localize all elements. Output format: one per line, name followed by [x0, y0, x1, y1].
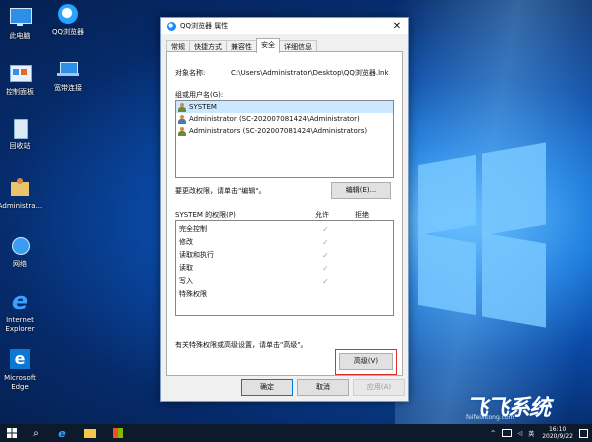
permissions-header: SYSTEM 的权限(P): [175, 211, 236, 219]
user-name: Administrators (SC-202007081424\Administ…: [189, 127, 368, 135]
users-listbox[interactable]: SYSTEM Administrator (SC-202007081424\Ad…: [175, 100, 394, 178]
taskbar-edge[interactable]: e: [48, 424, 76, 442]
desktop-icon-label: Administra...: [0, 202, 43, 210]
desktop-icon-internet-explorer[interactable]: e Internet Explorer: [0, 287, 46, 334]
dialog-title: QQ浏览器 属性: [180, 22, 229, 30]
desktop-icon-label: Microsoft Edge: [4, 374, 36, 391]
taskbar-file-explorer[interactable]: [76, 424, 104, 442]
start-button[interactable]: [0, 424, 24, 442]
permission-name: 修改: [179, 238, 193, 246]
advanced-button[interactable]: 高级(V): [339, 353, 393, 370]
change-permissions-text: 要更改权限，请单击"编辑"。: [175, 187, 266, 195]
group-icon: [178, 126, 186, 136]
desktop-icon-qq-browser[interactable]: QQ浏览器: [42, 2, 94, 37]
qq-browser-icon: [55, 2, 81, 26]
ime-indicator[interactable]: 英: [528, 429, 534, 438]
object-name-value: C:\Users\Administrator\Desktop\QQ浏览器.lnk: [231, 69, 389, 77]
network-connection-icon: [55, 58, 81, 82]
list-item-administrators[interactable]: Administrators (SC-202007081424\Administ…: [176, 125, 393, 137]
taskbar-store[interactable]: [104, 424, 132, 442]
system-tray: ^ ◁ 英 16:10 2020/9/22: [491, 424, 588, 442]
recycle-bin-icon: [7, 116, 33, 140]
edit-button[interactable]: 编辑(E)...: [331, 182, 391, 199]
windows-start-icon: [7, 428, 17, 438]
group-icon: [178, 102, 186, 112]
notification-icon[interactable]: [579, 428, 588, 438]
tab-strip: 常规 快捷方式 兼容性 安全 详细信息: [166, 38, 403, 53]
desktop-icon-recycle-bin[interactable]: 回收站: [0, 116, 46, 151]
control-panel-icon: [7, 62, 33, 86]
watermark-url: feifeixitong.com: [466, 414, 515, 421]
user-name: Administrator (SC-202007081424\Administr…: [189, 115, 360, 123]
deny-column-header: 拒绝: [355, 211, 369, 219]
dialog-titlebar[interactable]: QQ浏览器 属性 ✕: [161, 18, 408, 34]
internet-explorer-icon: e: [11, 287, 29, 315]
permission-row-full-control: 完全控制 ✓: [176, 223, 393, 236]
desktop-icon-control-panel[interactable]: 控制面板: [0, 62, 46, 97]
permission-row-read-execute: 读取和执行 ✓: [176, 249, 393, 262]
clock-time: 16:10: [548, 426, 567, 433]
folder-icon: [84, 428, 96, 438]
search-icon[interactable]: ⌕: [24, 424, 48, 442]
tab-security[interactable]: 安全: [256, 38, 280, 53]
permission-name: 写入: [179, 277, 193, 285]
tray-chevron-icon[interactable]: ^: [491, 430, 496, 437]
edge-icon: e: [7, 348, 33, 372]
qq-browser-icon: [167, 21, 176, 31]
edge-icon: e: [58, 426, 66, 440]
user-icon: [178, 114, 186, 124]
desktop-icon-label: 回收站: [9, 142, 31, 150]
desktop-icon-label: Internet Explorer: [5, 316, 35, 333]
network-icon: [7, 234, 33, 258]
security-panel: 对象名称: C:\Users\Administrator\Desktop\QQ浏…: [166, 51, 403, 376]
list-item-administrator[interactable]: Administrator (SC-202007081424\Administr…: [176, 113, 393, 125]
ok-button[interactable]: 确定: [241, 379, 293, 396]
desktop-icon-this-pc[interactable]: 此电脑: [0, 6, 46, 41]
properties-dialog: QQ浏览器 属性 ✕ 常规 快捷方式 兼容性 安全 详细信息 对象名称: C:\…: [160, 17, 409, 402]
permission-row-special: 特殊权限: [176, 288, 393, 301]
desktop-icon-label: 宽带连接: [54, 84, 82, 92]
close-icon[interactable]: ✕: [386, 21, 408, 32]
apply-button[interactable]: 应用(A): [353, 379, 405, 396]
desktop-icon-label: 控制面板: [6, 88, 34, 96]
check-icon: ✓: [322, 264, 329, 273]
desktop-icon-administrator[interactable]: Administra...: [0, 176, 46, 211]
permissions-list[interactable]: 完全控制 ✓ 修改 ✓ 读取和执行 ✓ 读取 ✓ 写入 ✓ 特殊权限: [175, 220, 394, 316]
object-name-label: 对象名称:: [175, 69, 206, 77]
desktop-icon-broadband[interactable]: 宽带连接: [42, 58, 94, 93]
check-icon: ✓: [322, 238, 329, 247]
permission-row-read: 读取 ✓: [176, 262, 393, 275]
clock[interactable]: 16:10 2020/9/22: [542, 426, 573, 440]
check-icon: ✓: [322, 277, 329, 286]
allow-column-header: 允许: [315, 211, 329, 219]
desktop-icon-label: 此电脑: [9, 32, 31, 40]
user-folder-icon: [7, 176, 33, 200]
permission-name: 读取和执行: [179, 251, 214, 259]
taskbar: ⌕ e ^ ◁ 英 16:10 2020/9/22: [0, 424, 592, 442]
permission-row-modify: 修改 ✓: [176, 236, 393, 249]
check-icon: ✓: [322, 251, 329, 260]
advanced-settings-text: 有关特殊权限或高级设置，请单击"高级"。: [175, 341, 308, 349]
permission-row-write: 写入 ✓: [176, 275, 393, 288]
permission-name: 特殊权限: [179, 290, 207, 298]
clock-date: 2020/9/22: [542, 433, 573, 440]
desktop-icon-microsoft-edge[interactable]: e Microsoft Edge: [0, 348, 46, 392]
user-name: SYSTEM: [189, 103, 217, 111]
permission-name: 完全控制: [179, 225, 207, 233]
desktop-icon-label: QQ浏览器: [51, 28, 85, 36]
monitor-icon: [7, 6, 33, 30]
volume-icon[interactable]: ◁: [518, 430, 523, 437]
check-icon: ✓: [322, 225, 329, 234]
permission-name: 读取: [179, 264, 193, 272]
list-item-system[interactable]: SYSTEM: [176, 101, 393, 113]
desktop-icon-label: 网络: [13, 260, 27, 268]
desktop-icon-network[interactable]: 网络: [0, 234, 46, 269]
cancel-button[interactable]: 取消: [297, 379, 349, 396]
store-icon: [113, 428, 123, 438]
group-label: 组或用户名(G):: [175, 91, 224, 99]
network-icon[interactable]: [501, 429, 512, 437]
